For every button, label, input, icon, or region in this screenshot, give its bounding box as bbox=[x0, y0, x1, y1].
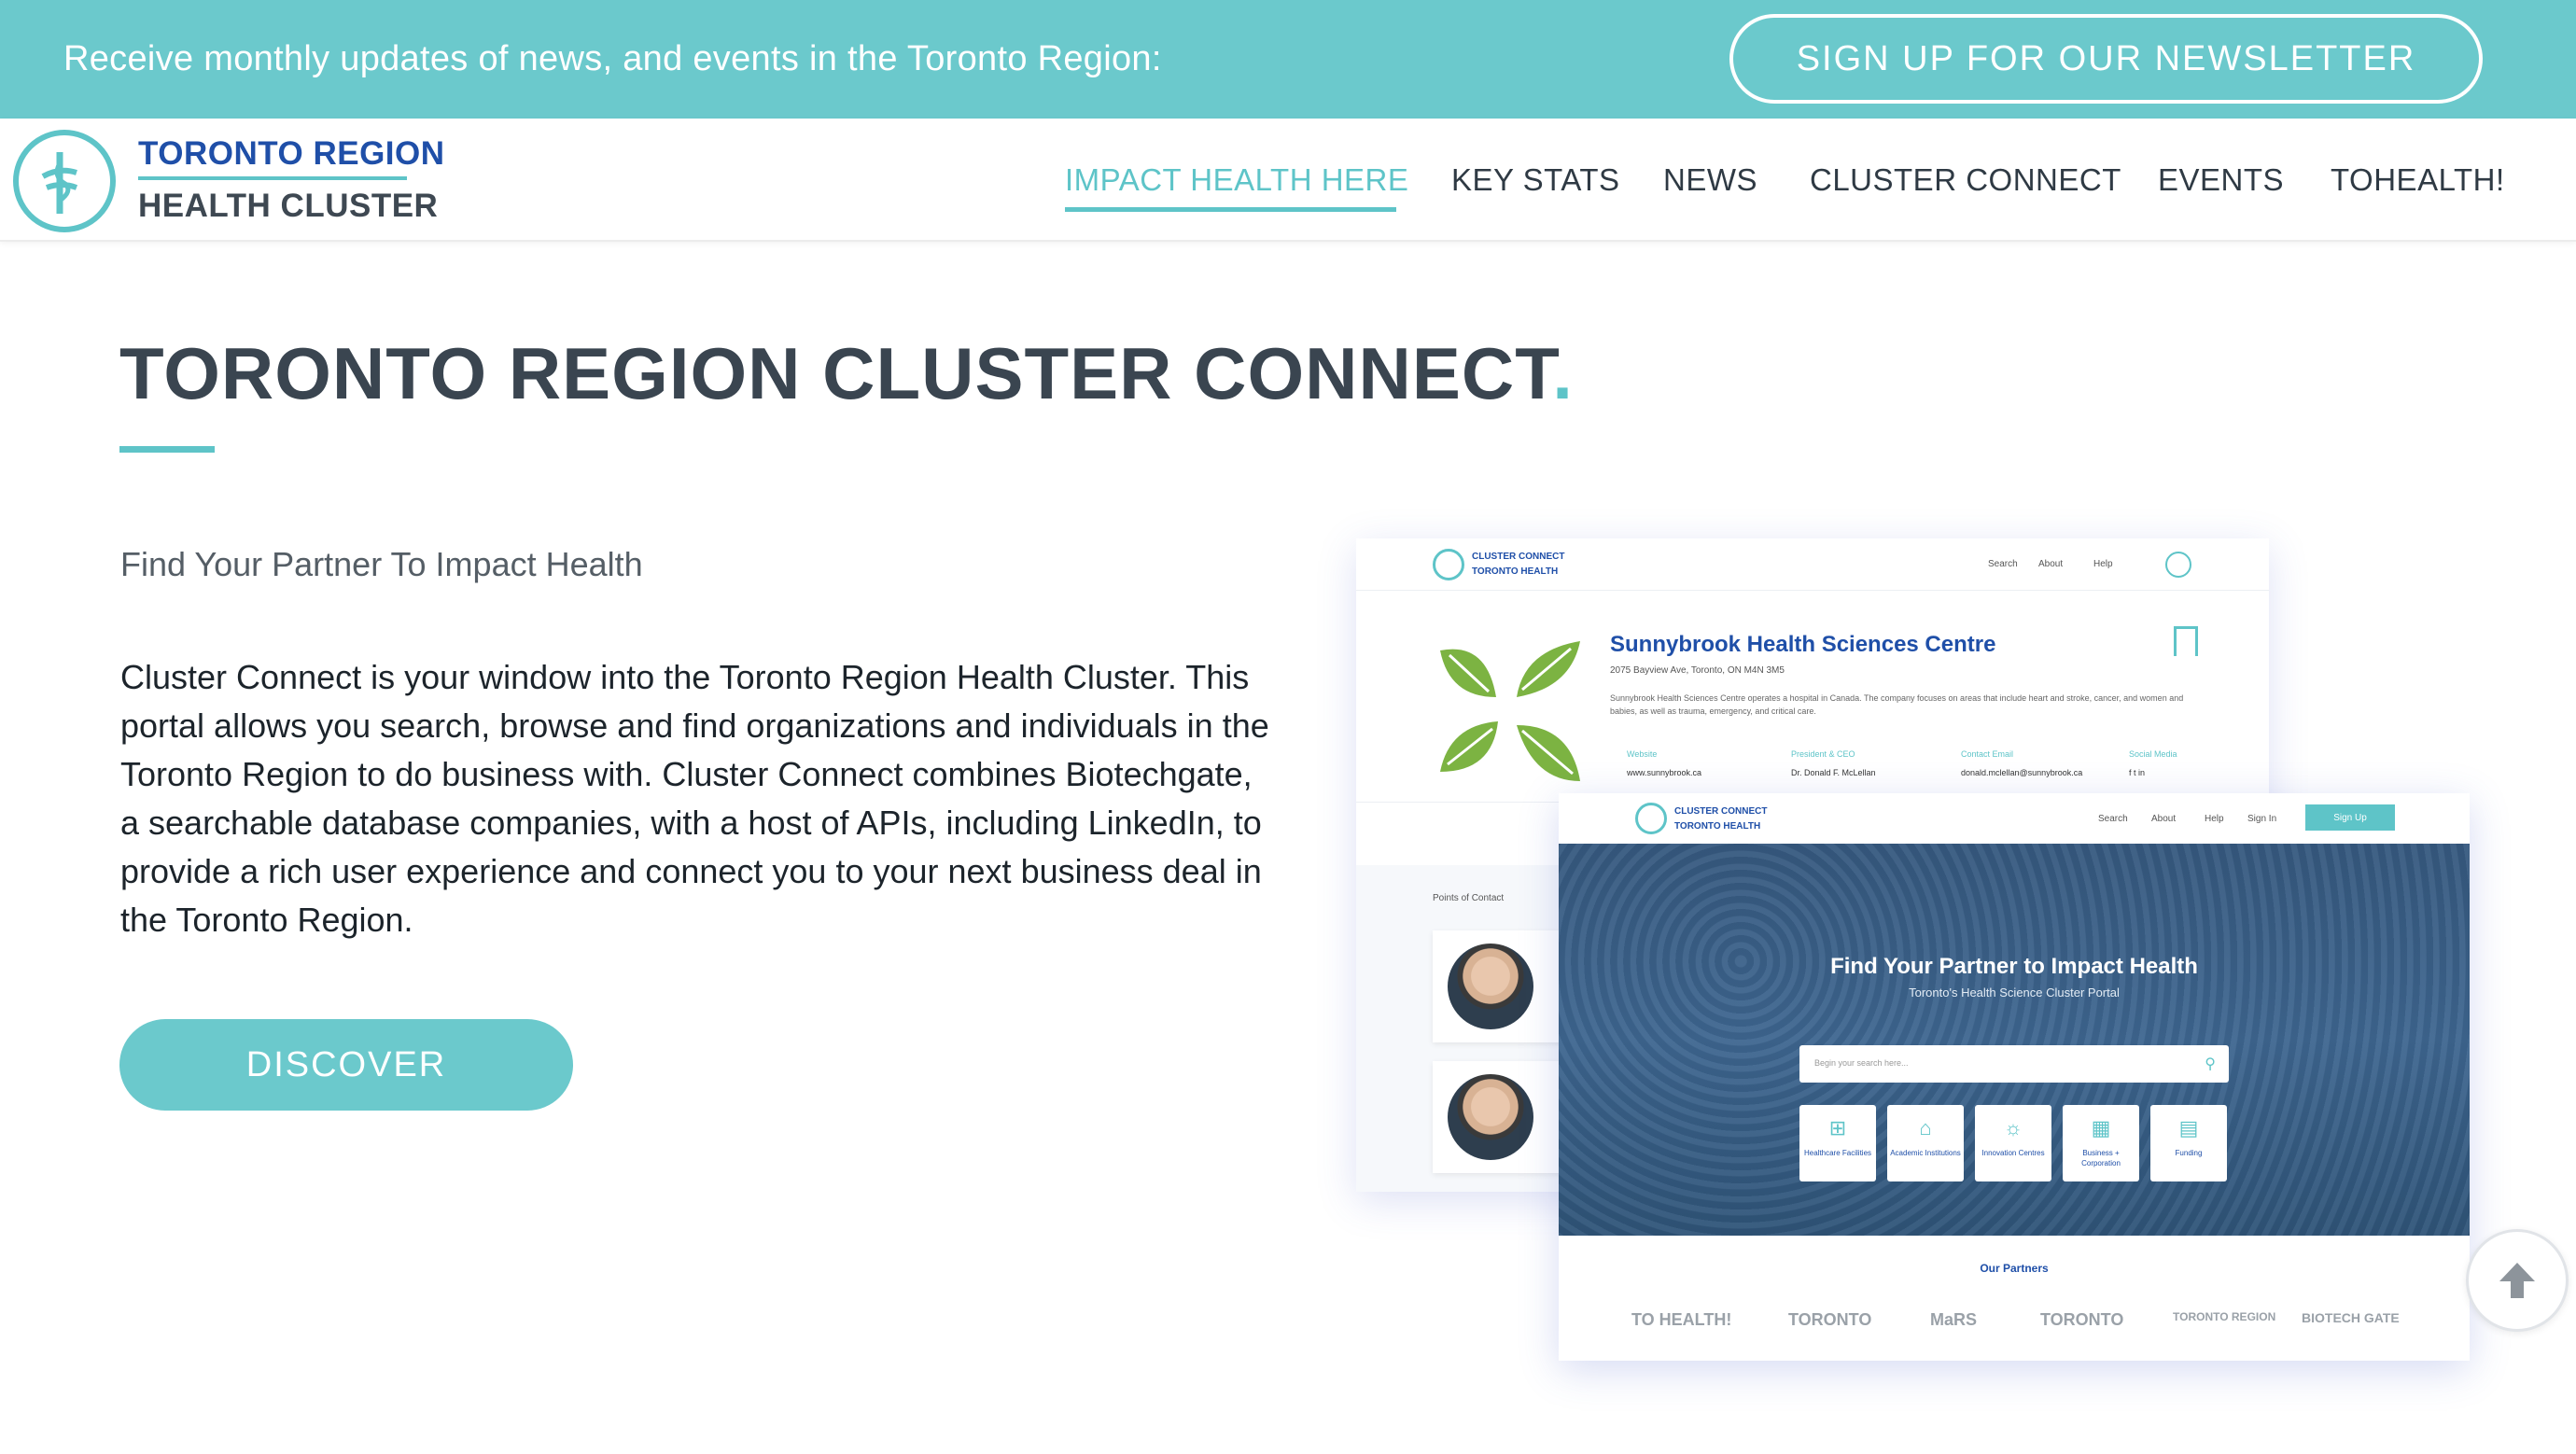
section-subtitle: Find Your Partner To Impact Health bbox=[120, 545, 643, 583]
logo-symbol-icon bbox=[41, 152, 78, 214]
mockup-profile-header: CLUSTER CONNECT TORONTO HEALTH Search Ab… bbox=[1356, 538, 2269, 591]
search-icon: ⚲ bbox=[2205, 1056, 2216, 1072]
partner-logo: TORONTO REGION bbox=[2173, 1310, 2276, 1323]
newsletter-prompt: Receive monthly updates of news, and eve… bbox=[63, 39, 1162, 78]
partner-logo: MaRS bbox=[1930, 1310, 1978, 1329]
category-label: Academic Institutions bbox=[1890, 1149, 1961, 1157]
field-label-ceo: President & CEO bbox=[1791, 749, 1855, 759]
discover-button[interactable]: DISCOVER bbox=[119, 1019, 573, 1111]
mockup-nav-about: About bbox=[2151, 814, 2177, 824]
newsletter-bar: Receive monthly updates of news, and eve… bbox=[0, 0, 2576, 119]
field-label-social: Social Media bbox=[2129, 749, 2177, 759]
logo-text-line2[interactable]: HEALTH CLUSTER bbox=[138, 188, 438, 225]
mockup-nav-about: About bbox=[2038, 559, 2064, 569]
mockup-logo-line2: TORONTO HEALTH bbox=[1472, 566, 1559, 577]
org-description: Sunnybrook Health Sciences Centre operat… bbox=[1610, 693, 2184, 716]
mockup-nav-search: Search bbox=[2098, 814, 2128, 824]
title-underline bbox=[119, 446, 215, 453]
field-value-website: www.sunnybrook.ca bbox=[1627, 768, 1702, 777]
chart-icon: ▤ bbox=[2178, 1116, 2199, 1139]
category-tile: ⊞ Healthcare Facilities bbox=[1799, 1105, 1876, 1181]
field-value-ceo: Dr. Donald F. McLellan bbox=[1791, 768, 1876, 777]
newsletter-signup-button[interactable]: SIGN UP FOR OUR NEWSLETTER bbox=[1729, 14, 2483, 104]
mockup-logo-icon bbox=[1635, 803, 1667, 834]
nav-events[interactable]: EVENTS bbox=[2158, 162, 2284, 198]
category-label: Funding bbox=[2175, 1149, 2203, 1157]
mockup-signup-button: Sign Up bbox=[2305, 804, 2395, 831]
mockup-logo-icon bbox=[1433, 549, 1464, 580]
mockup-home-page: CLUSTER CONNECT TORONTO HEALTH Search Ab… bbox=[1559, 793, 2470, 1361]
page-title-dot: . bbox=[1552, 332, 1574, 414]
building-icon: ▦ bbox=[2091, 1116, 2111, 1139]
nav-cluster-connect[interactable]: CLUSTER CONNECT bbox=[1810, 162, 2121, 198]
mockup-nav-search: Search bbox=[1988, 559, 2018, 569]
description-paragraph: Cluster Connect is your window into the … bbox=[120, 658, 1269, 939]
scroll-to-top-button[interactable] bbox=[2466, 1229, 2569, 1332]
page-title-text: TORONTO REGION CLUSTER CONNECT bbox=[119, 332, 1553, 414]
mockup-hero-title: Find Your Partner to Impact Health bbox=[1830, 954, 2198, 979]
sunnybrook-leaf-logo-icon bbox=[1440, 641, 1580, 781]
partner-logo: BIOTECH GATE bbox=[2302, 1310, 2400, 1325]
nav-active-underline bbox=[1065, 207, 1396, 212]
mockup-home-header: CLUSTER CONNECT TORONTO HEALTH Search Ab… bbox=[1559, 793, 2470, 844]
mockup-nav-help: Help bbox=[2205, 814, 2224, 824]
arrow-up-icon bbox=[2499, 1263, 2535, 1298]
mockup-nav-help: Help bbox=[2093, 559, 2113, 569]
points-of-contact-heading: Points of Contact bbox=[1433, 893, 1505, 903]
page-title: TORONTO REGION CLUSTER CONNECT. bbox=[119, 331, 1574, 416]
mockup-search-input: Begin your search here... ⚲ bbox=[1799, 1045, 2229, 1083]
category-label: Business + Corporation bbox=[2081, 1149, 2121, 1167]
mockup-logo-line1: CLUSTER CONNECT bbox=[1674, 806, 1768, 817]
partner-logo: TO HEALTH! bbox=[1631, 1310, 1732, 1329]
lightbulb-icon: ☼ bbox=[2003, 1116, 2023, 1139]
site-header: TORONTO REGION HEALTH CLUSTER IMPACT HEA… bbox=[0, 119, 2576, 242]
org-name: Sunnybrook Health Sciences Centre bbox=[1610, 632, 1996, 657]
field-value-social: f t in bbox=[2129, 768, 2146, 777]
org-address: 2075 Bayview Ave, Toronto, ON M4N 3M5 bbox=[1610, 665, 1785, 676]
mockup-hero-banner: Find Your Partner to Impact Health Toron… bbox=[1559, 844, 2470, 1236]
mockup-search-placeholder: Begin your search here... bbox=[1814, 1058, 1909, 1068]
category-label: Healthcare Facilities bbox=[1803, 1149, 1872, 1157]
mockup-logo-line1: CLUSTER CONNECT bbox=[1472, 552, 1565, 562]
field-value-email: donald.mclellan@sunnybrook.ca bbox=[1961, 768, 2083, 777]
logo-text-line1[interactable]: TORONTO REGION bbox=[138, 135, 445, 173]
school-icon: ⌂ bbox=[1919, 1116, 1932, 1139]
avatar bbox=[1448, 1074, 1533, 1160]
category-tile: ▤ Funding bbox=[2150, 1105, 2227, 1181]
nav-news[interactable]: NEWS bbox=[1663, 162, 1757, 198]
user-icon bbox=[2165, 552, 2191, 578]
nav-tohealth[interactable]: TOHEALTH! bbox=[2331, 162, 2505, 198]
category-tile: ⌂ Academic Institutions bbox=[1887, 1105, 1964, 1181]
bookmark-icon bbox=[2174, 626, 2198, 656]
nav-impact-health-here[interactable]: IMPACT HEALTH HERE bbox=[1065, 162, 1408, 198]
nav-key-stats[interactable]: KEY STATS bbox=[1451, 162, 1620, 198]
partner-logo: TORONTO bbox=[2040, 1310, 2124, 1329]
category-tile: ▦ Business + Corporation bbox=[2063, 1105, 2139, 1181]
logo-icon[interactable] bbox=[13, 130, 116, 232]
category-tile: ☼ Innovation Centres bbox=[1975, 1105, 2051, 1181]
hospital-icon: ⊞ bbox=[1828, 1116, 1847, 1139]
mockup-hero-subtitle: Toronto's Health Science Cluster Portal bbox=[1909, 986, 2120, 1000]
mockup-nav-signin: Sign In bbox=[2247, 814, 2277, 824]
field-label-website: Website bbox=[1627, 749, 1658, 759]
logo-divider bbox=[138, 176, 407, 180]
category-label: Innovation Centres bbox=[1981, 1149, 2045, 1157]
avatar bbox=[1448, 944, 1533, 1029]
partners-heading: Our Partners bbox=[1980, 1262, 2049, 1275]
field-label-email: Contact Email bbox=[1961, 749, 2014, 759]
partner-logo: TORONTO bbox=[1788, 1310, 1872, 1329]
mockup-logo-line2: TORONTO HEALTH bbox=[1674, 821, 1761, 832]
